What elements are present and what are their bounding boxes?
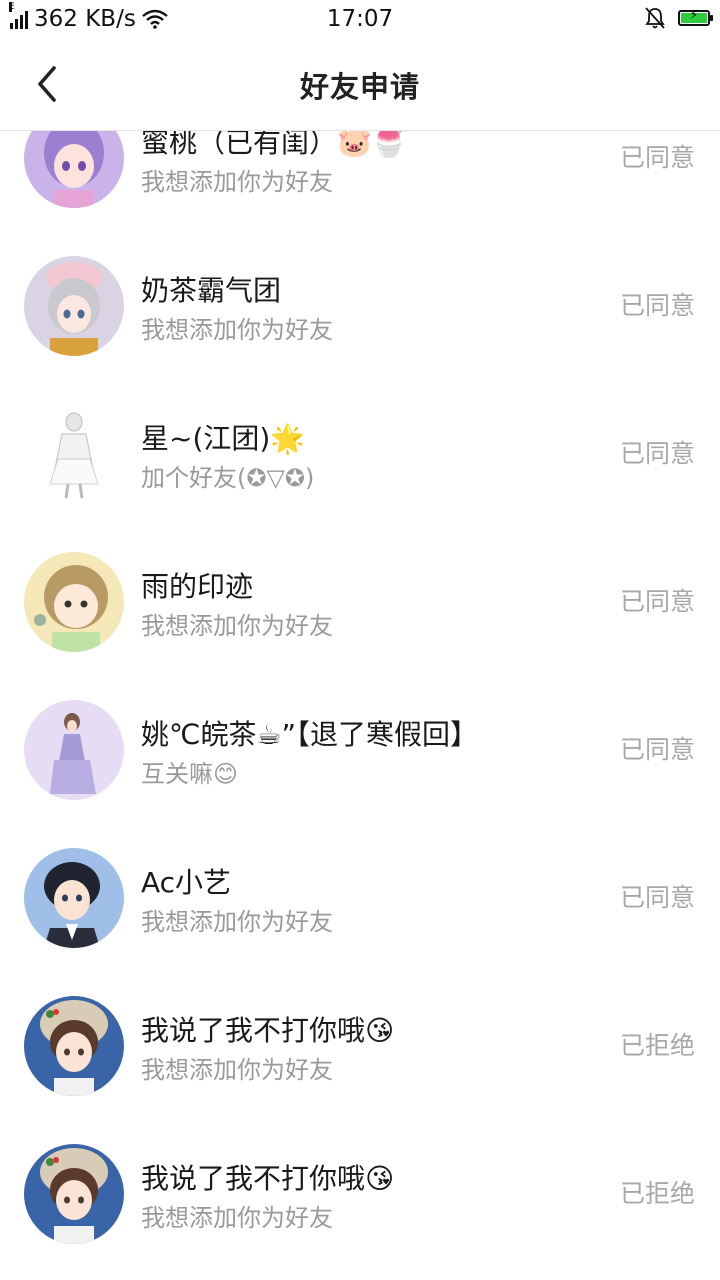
avatar[interactable] xyxy=(24,996,124,1096)
request-status: 已拒绝 xyxy=(619,1031,695,1060)
friend-request-row[interactable]: 星~(江团)🌟 加个好友(✪▽✪) 已同意 xyxy=(0,404,720,552)
avatar[interactable] xyxy=(24,700,124,800)
friend-request-row[interactable]: 我说了我不打你哦😘 我想添加你为好友 已拒绝 xyxy=(0,996,720,1144)
request-message: 加个好友(✪▽✪) xyxy=(141,464,315,492)
request-status: 已同意 xyxy=(619,587,695,616)
friend-request-row[interactable]: 雨的印迹 我想添加你为好友 已同意 xyxy=(0,552,720,700)
friend-request-row[interactable]: Ac小艺 我想添加你为好友 已同意 xyxy=(0,848,720,996)
page-title: 好友申请 xyxy=(299,70,420,104)
requester-name: 姚℃皖茶☕”【退了寒假回】 xyxy=(141,718,479,751)
request-message: 我想添加你为好友 xyxy=(141,316,333,344)
avatar[interactable] xyxy=(24,848,124,948)
requester-name: 我说了我不打你哦😘 xyxy=(141,1014,395,1047)
requester-name: 星~(江团)🌟 xyxy=(141,422,306,455)
request-message: 我想添加你为好友 xyxy=(141,1204,333,1232)
friend-request-list[interactable]: 蜜桃（已有闺）🐷🍧 我想添加你为好友 已同意 奶茶霸气团 我想添加你为好友 已同… xyxy=(0,0,720,1280)
top-nav-bar: 好友申请 xyxy=(0,40,720,131)
requester-name: 我说了我不打你哦😘 xyxy=(141,1162,395,1195)
request-message: 互关嘛😊 xyxy=(141,760,239,788)
request-message: 我想添加你为好友 xyxy=(141,908,333,936)
request-status: 已同意 xyxy=(619,439,695,468)
avatar[interactable] xyxy=(24,1144,124,1244)
request-status: 已同意 xyxy=(619,291,695,320)
friend-request-row[interactable]: 奶茶霸气团 我想添加你为好友 已同意 xyxy=(0,256,720,404)
request-message: 我想添加你为好友 xyxy=(141,1056,333,1084)
avatar[interactable] xyxy=(24,404,124,504)
requester-name: 雨的印迹 xyxy=(141,570,254,603)
request-status: 已同意 xyxy=(619,883,695,912)
requester-name: 奶茶霸气团 xyxy=(141,274,282,307)
requester-name: Ac小艺 xyxy=(141,866,232,899)
avatar[interactable] xyxy=(24,256,124,356)
request-status: 已同意 xyxy=(619,143,695,172)
request-status: 已同意 xyxy=(619,735,695,764)
friend-request-row[interactable]: 我说了我不打你哦😘 我想添加你为好友 已拒绝 xyxy=(0,1144,720,1280)
request-message: 我想添加你为好友 xyxy=(141,612,333,640)
request-status: 已拒绝 xyxy=(619,1179,695,1208)
friend-request-row[interactable]: 姚℃皖茶☕”【退了寒假回】 互关嘛😊 已同意 xyxy=(0,700,720,848)
avatar[interactable] xyxy=(24,552,124,652)
request-message: 我想添加你为好友 xyxy=(141,168,333,196)
